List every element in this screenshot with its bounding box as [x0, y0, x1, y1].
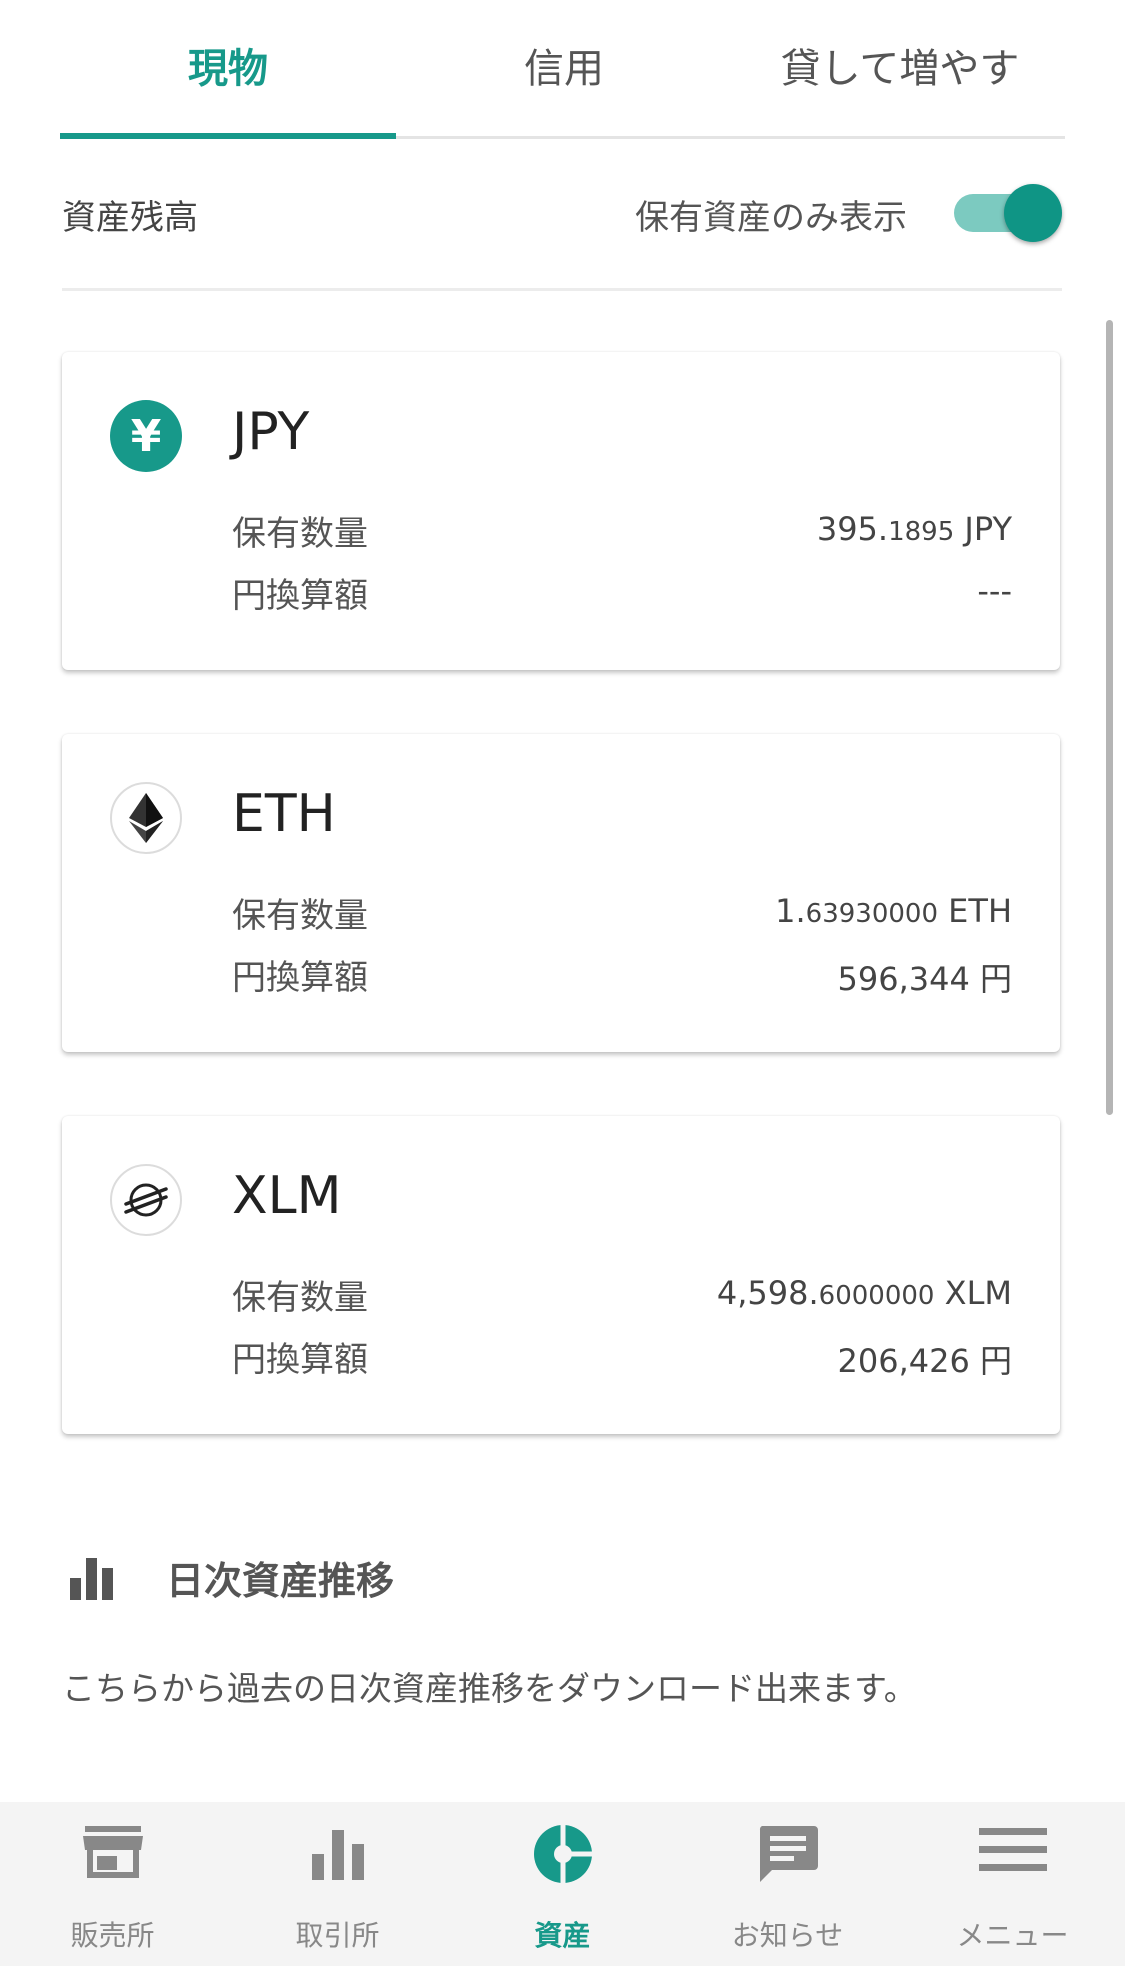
nav-item-menu[interactable]: メニュー [900, 1802, 1125, 1966]
nav-item-exchange[interactable]: 取引所 [225, 1802, 450, 1966]
tab-spot[interactable]: 現物 [60, 36, 396, 94]
nav-label: 販売所 [70, 1919, 155, 1952]
asset-name: XLM [232, 1166, 342, 1226]
holding-value: 395.1895 JPY [816, 510, 1012, 548]
yen-value-label: 円換算額 [232, 576, 368, 616]
toggle-knob [1004, 184, 1062, 242]
nav-label: お知らせ [731, 1919, 844, 1952]
holding-label: 保有数量 [232, 896, 368, 936]
scrollbar[interactable] [1106, 320, 1113, 1115]
asset-tabs: 現物 信用 貸して増やす [60, 0, 1065, 139]
divider [62, 288, 1062, 291]
held-only-toggle[interactable] [954, 184, 1062, 244]
nav-item-assets[interactable]: 資産 [450, 1802, 675, 1966]
tab-lending[interactable]: 貸して増やす [732, 36, 1068, 94]
held-only-toggle-label: 保有資産のみ表示 [635, 198, 907, 238]
daily-history-header: 日次資産推移 [70, 1548, 670, 1604]
nav-label: 資産 [534, 1919, 591, 1952]
holding-label: 保有数量 [232, 514, 368, 554]
asset-name: ETH [232, 784, 336, 844]
ethereum-icon [110, 782, 182, 854]
holding-value: 1.63930000 ETH [775, 892, 1012, 930]
nav-label: メニュー [956, 1919, 1069, 1952]
holding-label: 保有数量 [232, 1278, 368, 1318]
asset-card-jpy[interactable]: ¥ JPY 保有数量 395.1895 JPY 円換算額 --- [62, 352, 1060, 670]
yen-value: 596,344 円 [837, 960, 1012, 998]
bar-chart-icon [70, 1558, 113, 1600]
asset-card-xlm[interactable]: XLM 保有数量 4,598.6000000 XLM 円換算額 206,426 … [62, 1116, 1060, 1434]
asset-name: JPY [232, 402, 310, 462]
yen-value: 206,426 円 [837, 1342, 1012, 1380]
bottom-navigation: 販売所 取引所 資産 お知らせ メニュー [0, 1802, 1125, 1966]
yen-value-label: 円換算額 [232, 958, 368, 998]
yen-value: --- [977, 572, 1012, 610]
bar-chart-icon [311, 1830, 364, 1880]
yen-icon: ¥ [110, 400, 182, 472]
message-icon [759, 1826, 818, 1882]
nav-label: 取引所 [295, 1919, 380, 1952]
nav-item-store[interactable]: 販売所 [0, 1802, 225, 1966]
active-tab-indicator [60, 133, 396, 139]
menu-icon [978, 1828, 1047, 1871]
tab-margin[interactable]: 信用 [396, 36, 732, 94]
balance-title: 資産残高 [62, 198, 198, 238]
nav-item-news[interactable]: お知らせ [675, 1802, 900, 1966]
balance-header: 資産残高 保有資産のみ表示 [62, 180, 1062, 250]
yen-value-label: 円換算額 [232, 1340, 368, 1380]
stellar-icon [110, 1164, 182, 1236]
store-icon [82, 1826, 143, 1878]
daily-history-download-link[interactable]: こちらから過去の日次資産推移をダウンロード出来ます。 [62, 1662, 917, 1710]
daily-history-title: 日次資産推移 [166, 1559, 395, 1603]
holding-value: 4,598.6000000 XLM [716, 1274, 1012, 1312]
asset-card-eth[interactable]: ETH 保有数量 1.63930000 ETH 円換算額 596,344 円 [62, 734, 1060, 1052]
pie-chart-icon [533, 1824, 593, 1884]
